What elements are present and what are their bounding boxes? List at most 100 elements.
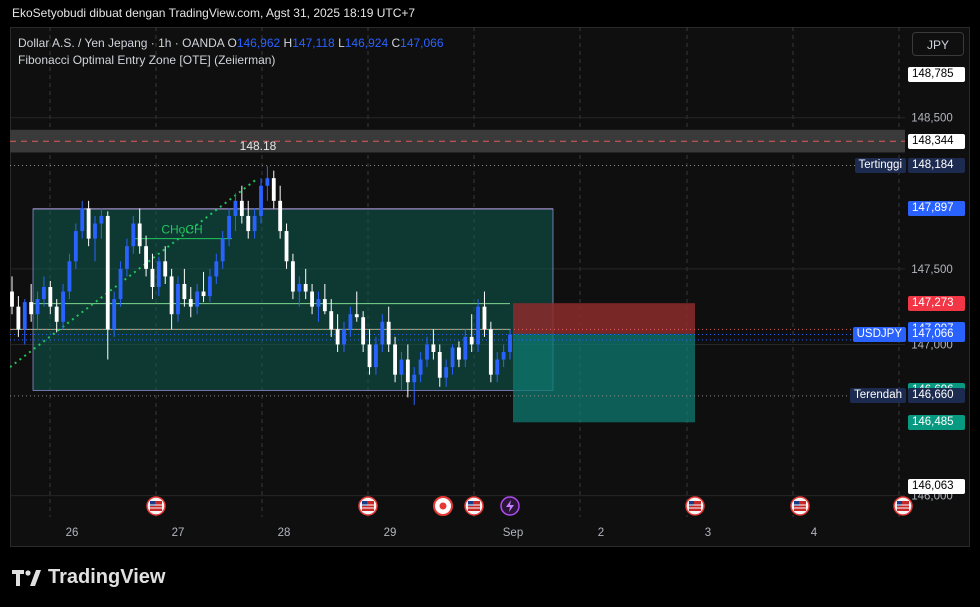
candle-body-65 — [425, 344, 429, 360]
y-tick-0: 148,500 — [911, 113, 953, 125]
price-tag-terendah: 146,660 — [908, 388, 965, 404]
x-tick-0: 26 — [66, 527, 79, 539]
candle-body-62 — [405, 359, 410, 383]
x-tick-5: 2 — [598, 527, 604, 539]
legend-l-label: L — [338, 36, 345, 50]
x-tick-4: Sep — [503, 527, 523, 539]
price-tag-level-148344: 148,344 — [908, 133, 965, 149]
x-tick-2: 28 — [278, 527, 291, 539]
candle-body-68 — [444, 367, 449, 378]
candle-body-40 — [265, 178, 270, 186]
currency-button[interactable]: JPY — [912, 32, 964, 56]
candle-body-1 — [16, 306, 21, 330]
price-tag-level-147897: 147,897 — [908, 201, 965, 217]
candle-body-13 — [93, 223, 97, 239]
legend-c-label: C — [391, 36, 401, 50]
candle-body-21 — [144, 246, 148, 269]
candle-body-20 — [137, 223, 142, 247]
candle-body-42 — [278, 200, 283, 232]
candle-body-61 — [399, 359, 404, 375]
candle-body-58 — [380, 321, 385, 345]
candle-body-23 — [156, 261, 161, 287]
fib-zones — [10, 129, 905, 423]
candle-body-73 — [476, 306, 480, 345]
chart-legend: Dollar A.S. / Yen Jepang · 1h · OANDA O1… — [18, 35, 444, 69]
candle-body-53 — [348, 314, 353, 330]
candle-body-4 — [35, 299, 40, 315]
candle-body-31 — [208, 276, 212, 297]
candle-body-50 — [329, 311, 334, 330]
candle-body-55 — [361, 317, 366, 345]
candle-body-41 — [271, 178, 276, 201]
choch-label: CHoCH — [161, 223, 202, 237]
candle-body-17 — [118, 268, 123, 300]
candle-body-39 — [259, 185, 263, 216]
candle-body-25 — [169, 276, 174, 315]
price-tag-usdjpy: 147,066 — [908, 326, 965, 342]
candle-body-43 — [284, 231, 289, 262]
candle-body-33 — [220, 238, 225, 262]
candle-body-34 — [227, 215, 231, 239]
candle-body-66 — [431, 344, 436, 352]
candle-body-26 — [176, 283, 180, 315]
candle-body-47 — [310, 291, 314, 307]
candle-body-57 — [374, 344, 378, 368]
candle-body-78 — [508, 334, 512, 352]
candle-body-28 — [188, 299, 193, 307]
candle-body-29 — [195, 291, 200, 307]
price-tag-caption-tertinggi: Tertinggi — [854, 157, 906, 173]
candle-body-24 — [163, 261, 168, 277]
candle-body-27 — [182, 283, 187, 300]
candle-body-59 — [386, 321, 391, 345]
alert-event-dot-2 — [439, 502, 447, 510]
candle-body-12 — [86, 208, 91, 239]
candle-body-6 — [48, 287, 53, 307]
candle-body-5 — [42, 287, 46, 300]
candle-body-60 — [393, 344, 397, 375]
candle-body-56 — [367, 344, 372, 368]
candle-body-63 — [412, 374, 417, 383]
candle-body-7 — [54, 306, 59, 322]
swing-high-label: 148.18 — [240, 139, 277, 153]
candle-body-9 — [67, 261, 72, 292]
candle-body-2 — [22, 302, 27, 330]
price-chart[interactable]: 148.18CHoCH 148,500147,500147,000146,000… — [10, 27, 970, 547]
price-tag-tertinggi: 148,184 — [908, 157, 965, 173]
candle-body-15 — [105, 215, 110, 330]
candle-body-18 — [125, 246, 129, 269]
legend-h-label: H — [283, 36, 293, 50]
time-axis: 26 27 28 29 Sep 2 3 4 — [66, 527, 818, 539]
candle-body-16 — [112, 299, 117, 330]
candle-body-11 — [80, 208, 85, 232]
candle-body-52 — [342, 329, 346, 345]
legend-h-value: 147,118 — [292, 36, 335, 50]
legend-o-value: 146,962 — [236, 36, 281, 50]
candle-body-44 — [291, 261, 295, 292]
candle-body-14 — [99, 215, 104, 224]
candle-body-45 — [297, 283, 302, 292]
tradingview-logo-icon — [12, 569, 41, 586]
candle-body-64 — [418, 359, 423, 375]
legend-indicator[interactable]: Fibonacci Optimal Entry Zone [OTE] (Zeii… — [18, 52, 444, 69]
candle-body-72 — [469, 336, 474, 345]
candle-body-75 — [488, 329, 493, 375]
candle-body-32 — [214, 261, 219, 277]
candle-body-71 — [463, 336, 468, 360]
x-tick-3: 29 — [384, 527, 397, 539]
candle-body-48 — [316, 299, 321, 307]
legend-symbol: Dollar A.S. / Yen Jepang · 1h · OANDA — [18, 36, 225, 50]
candle-body-70 — [457, 347, 461, 360]
candle-body-35 — [233, 200, 238, 216]
legend-o-label: O — [227, 36, 237, 50]
candle-body-8 — [61, 291, 65, 322]
candle-body-3 — [29, 302, 34, 315]
candle-body-69 — [450, 347, 455, 368]
ote-zone — [32, 208, 554, 391]
tradingview-logo: TradingView — [12, 566, 165, 589]
price-tag-high-148785: 148,785 — [908, 67, 965, 83]
price-tag-caption-usdjpy: USDJPY — [852, 326, 906, 342]
chart-attribution: EkoSetyobudi dibuat dengan TradingView.c… — [12, 6, 416, 20]
legend-l-value: 146,924 — [344, 36, 389, 50]
candle-body-38 — [252, 215, 257, 232]
candle-body-30 — [201, 291, 206, 297]
